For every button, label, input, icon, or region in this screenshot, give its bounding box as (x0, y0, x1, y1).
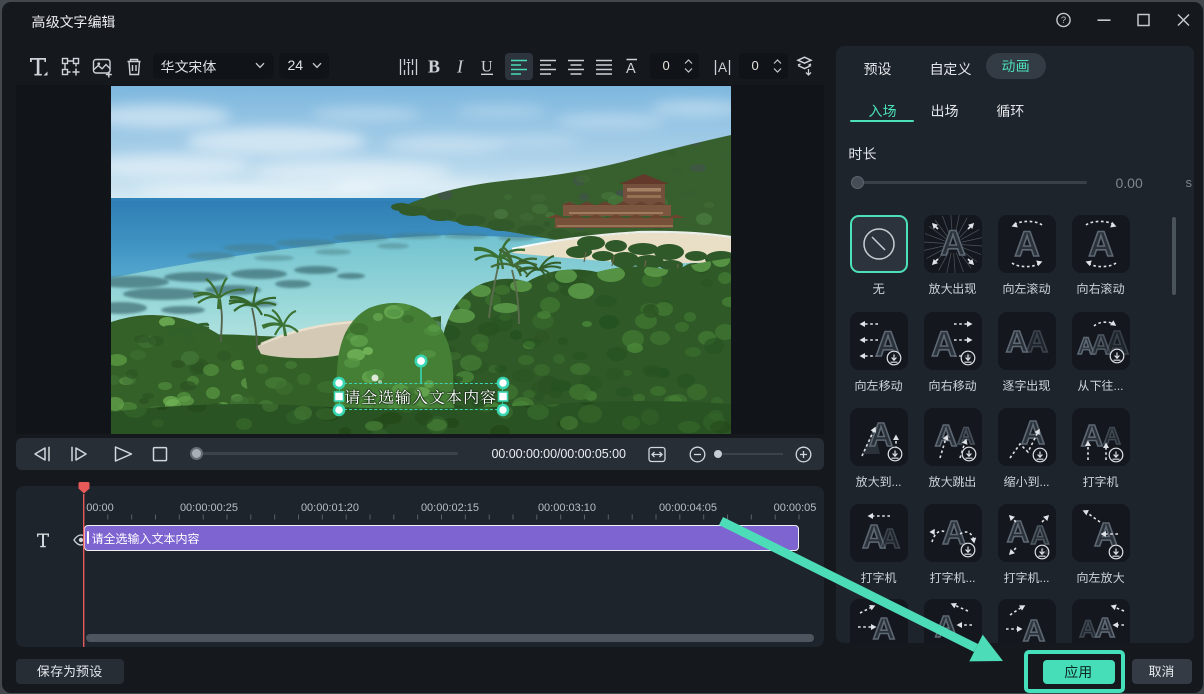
svg-text:00:00:02:15: 00:00:02:15 (420, 502, 478, 514)
svg-text:A: A (1014, 225, 1039, 264)
svg-text:A: A (934, 418, 956, 453)
svg-text:A: A (1088, 225, 1113, 264)
svg-text:A: A (869, 416, 893, 453)
svg-text:A: A (1094, 612, 1114, 643)
svg-text:A: A (626, 61, 636, 77)
svg-text:?: ? (1060, 15, 1065, 26)
svg-text:00:00:03:10: 00:00:03:10 (537, 502, 595, 514)
svg-text:A: A (1021, 414, 1045, 451)
svg-text:A: A (1022, 613, 1044, 643)
svg-text:00:00:00:25: 00:00:00:25 (179, 502, 237, 514)
svg-text:00:00:01:20: 00:00:01:20 (300, 502, 358, 514)
svg-text:A: A (717, 60, 726, 75)
svg-text:A: A (931, 325, 956, 364)
svg-text:A: A (940, 224, 965, 263)
svg-text:00:00: 00:00 (86, 502, 114, 514)
svg-text:A: A (1025, 324, 1047, 359)
svg-text:A: A (1080, 418, 1102, 453)
svg-text:A: A (957, 423, 974, 450)
